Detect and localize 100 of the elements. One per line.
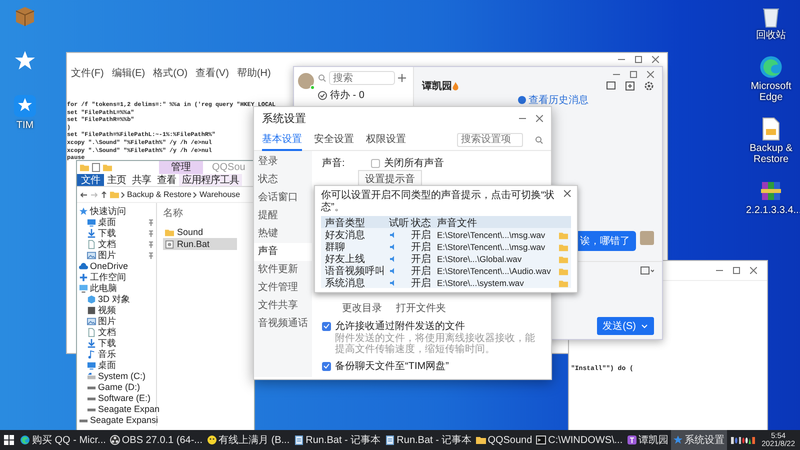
menu-item[interactable]: 查看(V) xyxy=(196,66,229,80)
breadcrumb-item[interactable]: Backup & Restore xyxy=(127,190,192,199)
taskbar-item[interactable]: 系统设置 xyxy=(670,430,727,450)
ribbon-tab[interactable]: 主页 xyxy=(104,174,129,186)
file-item[interactable]: Sound xyxy=(163,226,237,238)
sidebar-item[interactable]: 提醒 xyxy=(254,207,312,225)
nav-item[interactable]: 下载 xyxy=(98,338,116,349)
status-toggle[interactable]: 开启 xyxy=(411,228,437,242)
settings-tab[interactable]: 安全设置 xyxy=(314,128,354,150)
nav-item[interactable]: 下载 xyxy=(98,228,116,239)
status-toggle[interactable]: 开启 xyxy=(411,240,437,254)
maximize-icon[interactable] xyxy=(635,56,642,62)
checkbox[interactable] xyxy=(322,362,331,370)
column-header[interactable]: 名称 xyxy=(163,206,253,220)
edge-logo-icon[interactable] xyxy=(759,55,783,79)
edge-logo-icon[interactable] xyxy=(20,435,30,445)
file-item[interactable]: Run.Bat xyxy=(163,238,237,250)
breadcrumb-item[interactable]: Warehouse xyxy=(199,190,240,199)
nav-item[interactable]: OneDrive xyxy=(90,261,128,272)
star-app-icon[interactable] xyxy=(13,94,37,118)
close-icon[interactable] xyxy=(750,267,757,274)
nav-item[interactable]: 图片 xyxy=(98,316,116,327)
up-arrow-icon[interactable] xyxy=(100,190,108,198)
caret-icon[interactable] xyxy=(641,324,648,328)
settings-icon[interactable] xyxy=(644,81,654,91)
nav-item[interactable]: System (C:) xyxy=(98,371,146,382)
checkbox[interactable] xyxy=(370,158,380,168)
nav-item[interactable]: 桌面 xyxy=(98,217,116,228)
sidebar-item[interactable]: 热键 xyxy=(254,225,312,243)
taskbar-item[interactable]: Run.Bat - 记事本 xyxy=(382,430,474,450)
star-app-icon[interactable] xyxy=(14,50,36,72)
close-icon[interactable] xyxy=(536,114,543,122)
maximize-icon[interactable] xyxy=(630,70,637,78)
sidebar-item[interactable]: 状态 xyxy=(254,171,312,189)
screenshot-icon[interactable] xyxy=(640,266,654,276)
add-square-icon[interactable] xyxy=(625,81,635,91)
app-logo-icon[interactable] xyxy=(626,435,637,445)
avatar[interactable] xyxy=(298,73,314,89)
ribbon-tab[interactable]: 查看 xyxy=(154,174,179,186)
windows-logo-icon[interactable] xyxy=(4,435,14,445)
nav-item[interactable]: 工作空间 xyxy=(90,272,126,283)
close-icon[interactable] xyxy=(652,56,659,62)
send-button[interactable]: 发送(S) xyxy=(596,317,654,335)
ribbon-tab[interactable]: 共享 xyxy=(129,174,154,186)
close-icon[interactable] xyxy=(564,190,571,197)
tray-icons-drawing[interactable] xyxy=(730,436,755,444)
nav-item[interactable]: 此电脑 xyxy=(90,283,117,294)
sidebar-item[interactable]: 音视频通话 xyxy=(254,315,312,333)
screen-share-icon[interactable] xyxy=(606,81,616,91)
nav-item[interactable]: 音乐 xyxy=(98,349,116,360)
nav-item[interactable]: 文档 xyxy=(98,239,116,250)
checkbox[interactable] xyxy=(322,322,331,330)
sidebar-item[interactable]: 软件更新 xyxy=(254,261,312,279)
menu-item[interactable]: 编辑(E) xyxy=(112,66,146,80)
minimize-icon[interactable] xyxy=(716,267,723,274)
status-toggle[interactable]: 开启 xyxy=(411,252,437,266)
nav-item[interactable]: Seagate Expan xyxy=(98,404,160,415)
status-toggle[interactable]: 开启 xyxy=(411,276,437,290)
maximize-icon[interactable] xyxy=(733,267,740,274)
taskbar-item[interactable]: 购买 QQ - Micr... xyxy=(18,430,108,450)
change-directory-link[interactable]: 更改目录 xyxy=(342,301,382,315)
books-stack-icon[interactable] xyxy=(759,179,783,203)
menu-item[interactable]: 帮助(H) xyxy=(236,66,271,80)
obs-logo-icon[interactable] xyxy=(110,435,120,445)
close-icon[interactable] xyxy=(647,70,654,78)
taskbar-item[interactable]: Run.Bat - 记事本 xyxy=(292,430,383,450)
nav-item[interactable]: 快速访问 xyxy=(90,206,126,217)
nav-item[interactable]: 桌面 xyxy=(98,360,116,371)
history-link[interactable]: 查看历史消息 xyxy=(528,92,588,106)
terminal-icon[interactable] xyxy=(536,435,546,445)
sidebar-item[interactable]: 文件管理 xyxy=(254,279,312,297)
nav-item[interactable]: 图片 xyxy=(98,250,116,261)
nav-item[interactable]: 视频 xyxy=(98,305,116,316)
sidebar-item[interactable]: 登录 xyxy=(254,153,312,171)
file-menu-tab[interactable]: 文件 xyxy=(77,174,104,186)
taskbar-item[interactable]: QQSound xyxy=(474,430,534,450)
taskbar-item[interactable]: 有线上满月 (B... xyxy=(204,430,292,450)
menu-item[interactable]: 文件(F) xyxy=(71,66,104,80)
ribbon-context-tab[interactable]: 管理 xyxy=(159,161,203,174)
nav-item[interactable]: 文档 xyxy=(98,327,116,338)
sidebar-item[interactable]: 会话窗口 xyxy=(254,189,312,207)
search-field[interactable]: 搜索设置项 xyxy=(457,132,523,146)
document-icon[interactable] xyxy=(761,117,781,141)
nav-item[interactable]: Game (D:) xyxy=(98,382,140,393)
nav-item[interactable]: Seagate Expansi xyxy=(90,415,158,426)
sidebar-item[interactable]: 文件共享 xyxy=(254,297,312,315)
back-arrow-icon[interactable] xyxy=(80,190,88,198)
taskbar-item[interactable]: OBS 27.0.1 (64-... xyxy=(108,430,204,450)
search-field[interactable]: 搜索 xyxy=(329,71,395,85)
taskbar-item[interactable]: C:\WINDOWS\... xyxy=(534,430,625,450)
plus-icon[interactable] xyxy=(398,74,406,82)
settings-tab[interactable]: 权限设置 xyxy=(366,128,406,150)
smiley-icon[interactable] xyxy=(206,435,216,445)
menu-item[interactable]: 格式(O) xyxy=(153,66,188,80)
open-folder-link[interactable]: 打开文件夹 xyxy=(396,301,446,315)
sidebar-item[interactable]: 声音 xyxy=(254,243,312,261)
todo-label[interactable]: 待办 - 0 xyxy=(330,88,364,102)
status-toggle[interactable]: 开启 xyxy=(411,264,437,278)
nav-item[interactable]: Software (E:) xyxy=(98,393,151,404)
taskbar-item[interactable]: 谭凯园 xyxy=(624,430,671,450)
